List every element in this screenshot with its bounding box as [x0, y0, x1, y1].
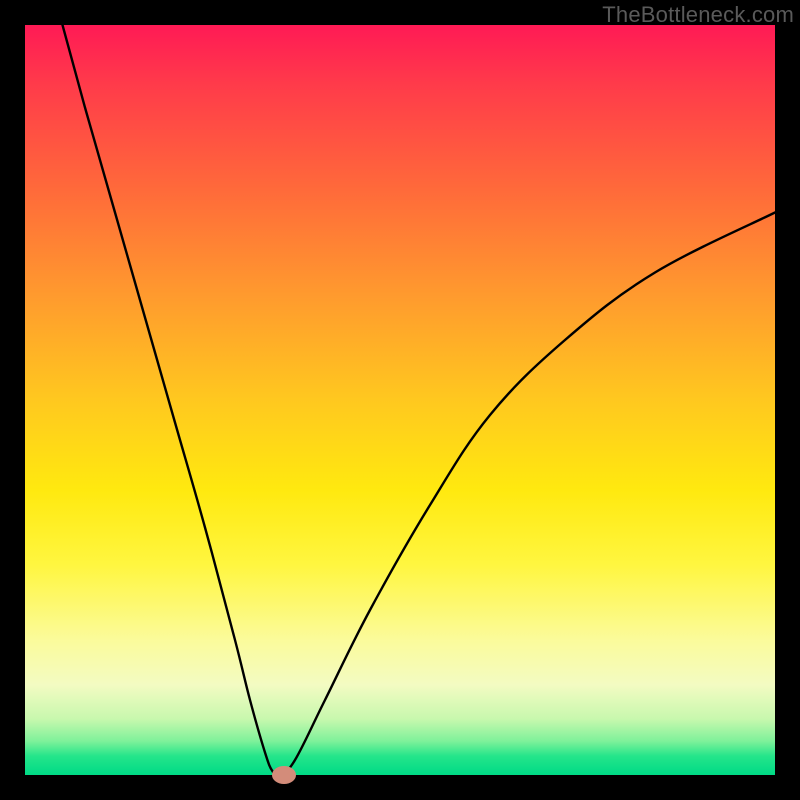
optimal-marker-dot [272, 766, 296, 784]
bottleneck-curve [25, 25, 775, 775]
chart-plot-area [25, 25, 775, 775]
attribution-text: TheBottleneck.com [602, 2, 794, 28]
